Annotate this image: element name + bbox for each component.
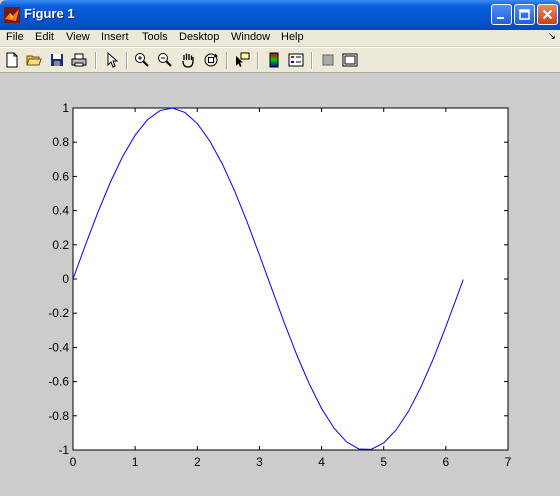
- toolbar-separator: [126, 52, 128, 69]
- title-bar: Figure 1: [0, 0, 560, 30]
- menu-edit[interactable]: Edit: [35, 31, 54, 43]
- menu-help[interactable]: Help: [281, 31, 304, 43]
- y-tick-label: 0.8: [52, 135, 69, 149]
- toolbar-separator: [257, 52, 259, 69]
- show-plot-tools-icon[interactable]: [341, 51, 359, 69]
- y-tick-label: 0.2: [52, 238, 69, 252]
- menu-desktop[interactable]: Desktop: [179, 31, 219, 43]
- y-tick-label: 0.6: [52, 169, 69, 183]
- x-tick-label: 0: [70, 455, 77, 469]
- figure-toolbar: [0, 47, 560, 73]
- close-button[interactable]: [537, 4, 558, 25]
- x-tick-label: 1: [132, 455, 139, 469]
- figure-canvas[interactable]: 0 1 2 3 4 5 6 7 1 0.8 0.6 0.4 0.2 0 -0.2 -0.4 -0.6 -0.8 -…: [0, 73, 560, 496]
- window-title: Figure 1: [24, 6, 75, 21]
- data-cursor-icon[interactable]: [233, 51, 251, 69]
- y-tick-label: 0.4: [52, 204, 69, 218]
- edit-plot-arrow-icon[interactable]: [103, 51, 121, 69]
- axes-box: [72, 107, 509, 451]
- toolbar-separator: [95, 52, 97, 69]
- menu-file[interactable]: File: [6, 31, 24, 43]
- y-tick-label: -0.6: [48, 375, 69, 389]
- hide-plot-tools-icon[interactable]: [319, 51, 337, 69]
- menu-bar: File Edit View Insert Tools Desktop Wind…: [0, 30, 560, 46]
- maximize-button[interactable]: [514, 4, 535, 25]
- toolbar-separator: [226, 52, 228, 69]
- legend-icon[interactable]: [287, 51, 305, 69]
- x-tick-label: 6: [443, 455, 450, 469]
- x-tick-label: 3: [256, 455, 263, 469]
- menu-tools[interactable]: Tools: [142, 31, 168, 43]
- print-icon[interactable]: [70, 51, 88, 69]
- x-tick-label: 4: [318, 455, 325, 469]
- dock-arrow-icon[interactable]: ↘: [548, 31, 556, 42]
- pan-hand-icon[interactable]: [179, 51, 197, 69]
- zoom-out-icon[interactable]: [156, 51, 174, 69]
- y-tick-label: 1: [62, 101, 69, 115]
- y-tick-label: -0.2: [48, 306, 69, 320]
- rotate-3d-icon[interactable]: [202, 51, 220, 69]
- menu-window[interactable]: Window: [231, 31, 270, 43]
- y-tick-label: -0.4: [48, 340, 69, 354]
- zoom-in-icon[interactable]: [133, 51, 151, 69]
- save-icon[interactable]: [48, 51, 66, 69]
- x-tick-label: 2: [194, 455, 201, 469]
- menu-view[interactable]: View: [66, 31, 90, 43]
- x-tick-label: 5: [380, 455, 387, 469]
- y-tick-label: -0.8: [48, 409, 69, 423]
- toolbar-separator: [311, 52, 313, 69]
- open-file-icon[interactable]: [25, 51, 43, 69]
- y-tick-label: -1: [58, 443, 69, 457]
- plot-area[interactable]: 0 1 2 3 4 5 6 7 1 0.8 0.6 0.4 0.2 0 -0.2 -0.4 -0.6 -0.8 -…: [0, 73, 560, 496]
- menu-insert[interactable]: Insert: [101, 31, 129, 43]
- colorbar-icon[interactable]: [265, 51, 283, 69]
- y-tick-label: 0: [62, 272, 69, 286]
- x-tick-label: 7: [505, 455, 512, 469]
- matlab-logo-icon: [4, 7, 20, 23]
- minimize-button[interactable]: [491, 4, 512, 25]
- new-figure-icon[interactable]: [3, 51, 21, 69]
